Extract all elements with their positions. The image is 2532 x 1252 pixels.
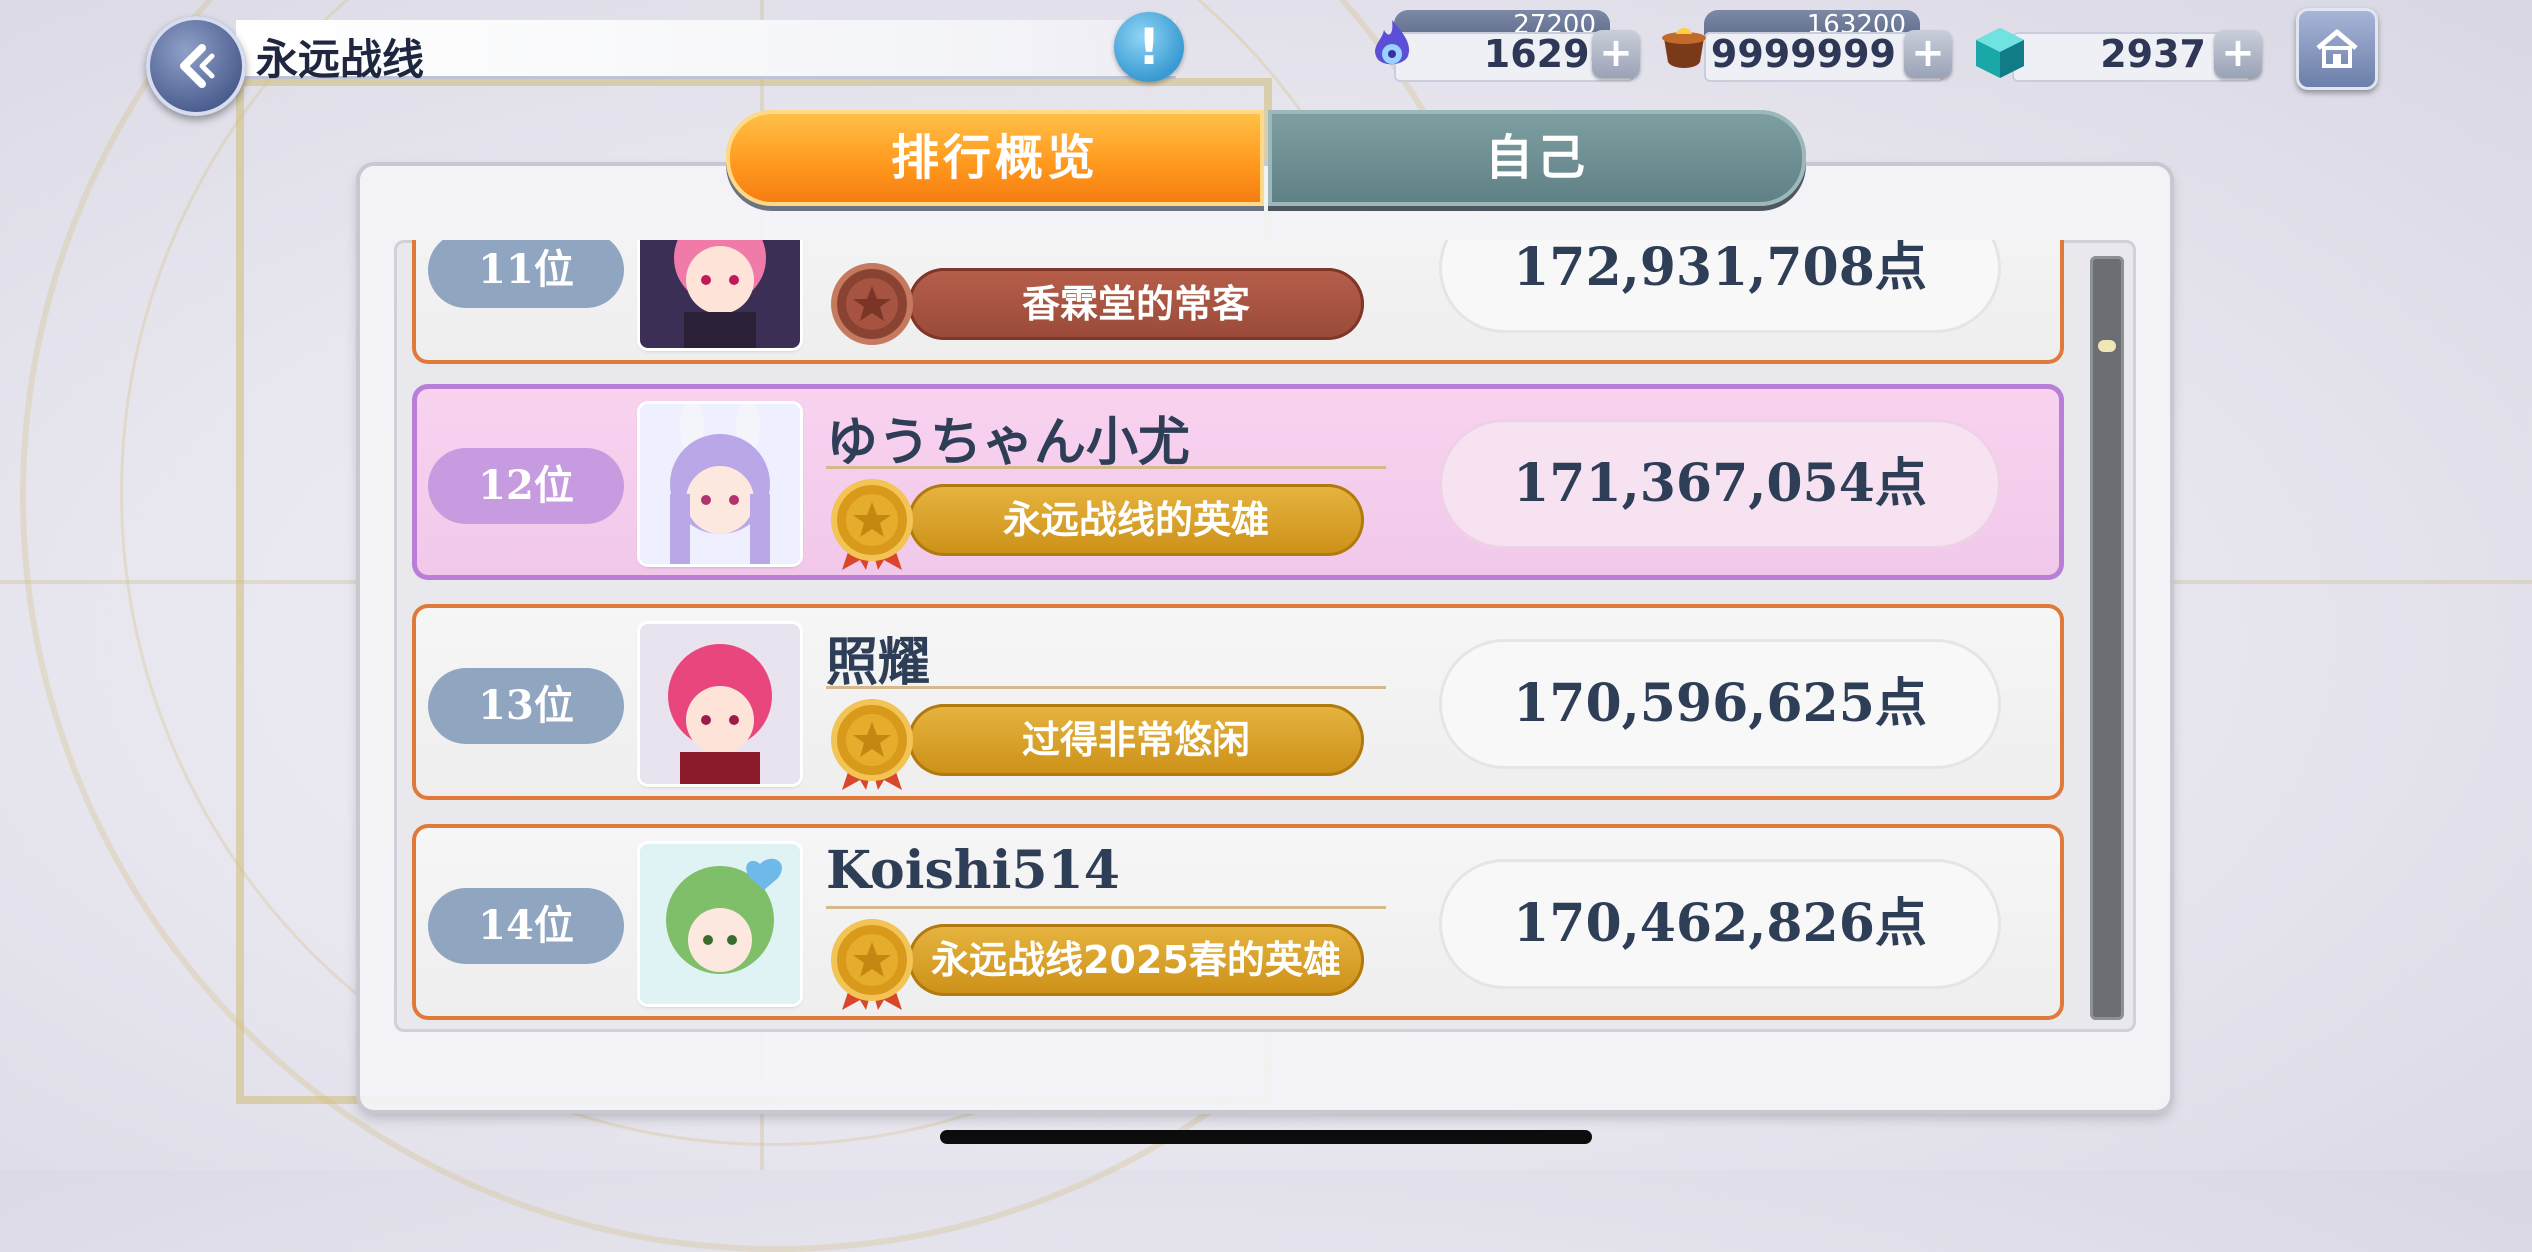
gold-medal-icon	[831, 919, 913, 1010]
gold-medal-icon	[831, 479, 913, 570]
bronze-medal-icon	[831, 263, 913, 345]
home-icon	[2316, 29, 2358, 68]
player-title: 永远战线的英雄	[908, 484, 1364, 556]
player-avatar[interactable]	[640, 624, 800, 784]
rank-label: 11位	[428, 240, 624, 308]
ranking-row[interactable]: 11位 香霖堂的常客 172,931,708点	[412, 240, 2064, 364]
gold-medal-icon	[831, 699, 913, 790]
currency-value: 2937	[2100, 32, 2206, 76]
title-bar: 永远战线	[236, 20, 1176, 84]
character-portrait-icon	[640, 844, 800, 1004]
tab-ranking-overview[interactable]: 排行概览	[726, 110, 1264, 206]
tab-self[interactable]: 自己	[1268, 110, 1806, 206]
home-button[interactable]	[2296, 8, 2378, 90]
name-divider	[826, 466, 1386, 469]
player-score: 170,462,826点	[1442, 862, 1998, 986]
info-button[interactable]: !	[1114, 12, 1184, 82]
character-portrait-icon	[640, 624, 800, 784]
add-spirit-button[interactable]: +	[1592, 30, 1640, 78]
player-score: 172,931,708点	[1442, 240, 1998, 330]
list-scrollbar[interactable]	[2090, 256, 2124, 1020]
name-divider	[826, 906, 1386, 909]
player-score: 171,367,054点	[1442, 422, 1998, 546]
character-portrait-icon	[640, 240, 800, 348]
ranking-list[interactable]: 11位 香霖堂的常客 172,931,708点 12位 ゆうちゃん小尤 永远战线…	[394, 240, 2136, 1032]
player-avatar[interactable]	[640, 404, 800, 564]
rank-label: 13位	[428, 668, 624, 744]
player-title: 永远战线2025春的英雄	[908, 924, 1364, 996]
currency-value: 9999999	[1710, 32, 1896, 76]
spirit-flame-icon	[1375, 20, 1410, 65]
player-title: 过得非常悠闲	[908, 704, 1364, 776]
ranking-row-self[interactable]: 12位 ゆうちゃん小尤 永远战线的英雄 171,367,054点	[412, 384, 2064, 580]
player-title: 香霖堂的常客	[908, 268, 1364, 340]
back-arrow-icon	[180, 44, 215, 88]
add-crystal-button[interactable]: +	[2214, 30, 2262, 78]
player-name: ゆうちゃん小尤	[826, 412, 1191, 473]
player-avatar[interactable]	[640, 844, 800, 1004]
scrollbar-thumb[interactable]	[2098, 340, 2116, 352]
character-portrait-icon	[640, 404, 800, 564]
player-name: 照耀	[826, 632, 931, 693]
ranking-row[interactable]: 14位 Koishi514 永远战线2025春的英雄 170,462,826点	[412, 824, 2064, 1020]
ranking-row[interactable]: 13位 照耀 过得非常悠闲 170,596,625点	[412, 604, 2064, 800]
rank-label: 14位	[428, 888, 624, 964]
page-title: 永远战线	[256, 35, 425, 84]
currency-value: 16298	[1483, 32, 1616, 76]
rank-label: 12位	[428, 448, 624, 524]
name-divider	[826, 686, 1386, 689]
home-indicator[interactable]	[940, 1130, 1592, 1144]
back-button[interactable]	[146, 16, 246, 116]
crystal-cube-icon	[1976, 28, 2024, 78]
cauldron-icon	[1662, 28, 1706, 68]
player-name: Koishi514	[826, 840, 1120, 901]
add-cauldron-button[interactable]: +	[1904, 30, 1952, 78]
player-avatar[interactable]	[640, 240, 800, 348]
player-score: 170,596,625点	[1442, 642, 1998, 766]
